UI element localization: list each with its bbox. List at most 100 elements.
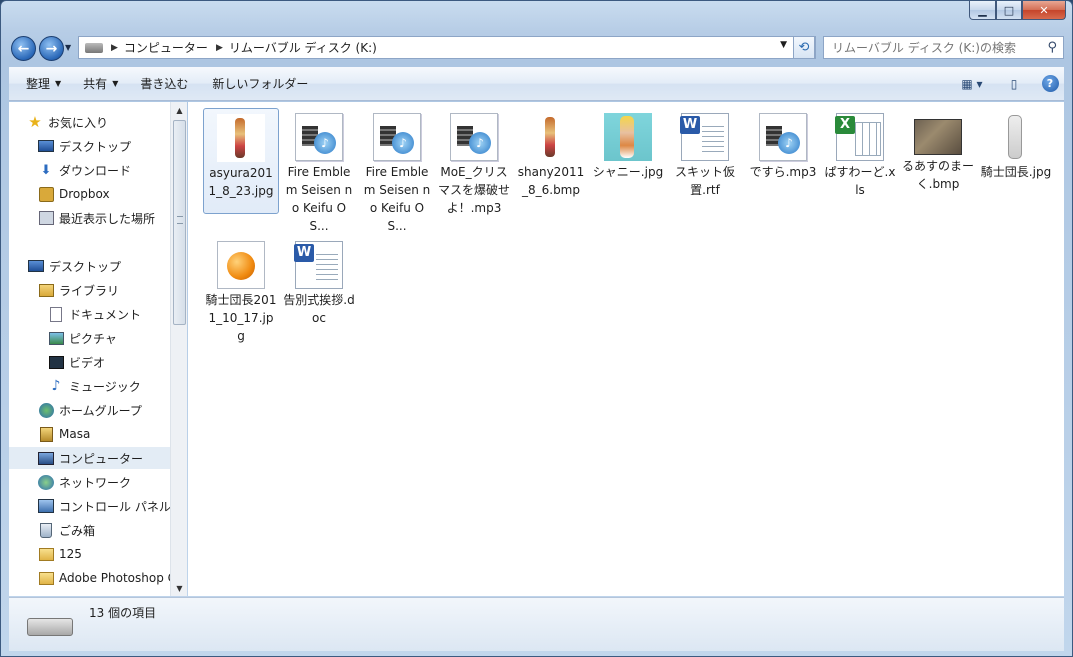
recent-pages-chevron-icon[interactable]: ▼ — [65, 43, 71, 52]
nav-fav-downloads[interactable]: ⬇ ダウンロード — [38, 159, 131, 181]
nav-photoshop[interactable]: Adobe Photoshop C — [38, 567, 170, 589]
file-item[interactable]: shany2011_8_6.bmp — [513, 108, 589, 199]
nav-label: ネットワーク — [59, 475, 132, 490]
forward-button[interactable]: → — [39, 36, 64, 61]
nav-user[interactable]: Masa — [38, 423, 90, 445]
media-file-icon: ♪ — [373, 113, 421, 161]
nav-lib-music[interactable]: ♪ ミュージック — [48, 375, 141, 397]
file-item[interactable]: シャニー.jpg — [590, 108, 666, 181]
address-bar[interactable]: ▶ コンピューター ▶ リムーバブル ディスク (K:) ▼ — [78, 36, 816, 59]
nav-lib-videos[interactable]: ビデオ — [48, 351, 105, 373]
dropdown-arrow-icon: ▼ — [55, 79, 62, 88]
image-thumbnail-icon — [604, 113, 652, 161]
breadcrumb-chevron-icon[interactable]: ▶ — [111, 43, 118, 53]
video-icon — [48, 355, 64, 369]
file-name: スキット仮置.rtf — [674, 165, 735, 197]
nav-computer[interactable]: コンピューター — [9, 447, 170, 469]
share-menu[interactable]: 共有 ▼ — [74, 67, 127, 100]
file-name: Fire Emblem Seisen no Keifu OS... — [285, 165, 353, 233]
file-item[interactable]: ♪ Fire Emblem Seisen no Keifu OS... — [359, 108, 435, 235]
nav-label: ごみ箱 — [59, 523, 96, 538]
nav-label: 最近表示した場所 — [59, 211, 156, 226]
nav-desktop[interactable]: デスクトップ — [28, 255, 121, 277]
breadcrumb-removable-disk[interactable]: リムーバブル ディスク (K:) — [229, 39, 377, 56]
image-thumbnail-icon — [914, 119, 962, 155]
file-item[interactable]: ♪ ですら.mp3 — [745, 108, 821, 181]
nav-label: ドキュメント — [69, 307, 142, 322]
share-label: 共有 — [83, 77, 108, 91]
address-dropdown-icon[interactable]: ▼ — [780, 40, 787, 50]
close-button[interactable]: ✕ — [1022, 1, 1066, 20]
nav-fav-recent[interactable]: 最近表示した場所 — [38, 207, 155, 229]
caption-buttons: ▁ □ ✕ — [969, 1, 1066, 20]
dropbox-icon — [38, 186, 54, 202]
refresh-button[interactable]: ⟲ — [793, 36, 815, 59]
word-document-icon: W — [294, 241, 343, 289]
help-button[interactable]: ? — [1036, 73, 1064, 95]
new-folder-label: 新しいフォルダー — [212, 77, 309, 91]
nav-label: ライブラリ — [59, 283, 120, 298]
recycle-bin-icon — [40, 522, 52, 538]
drive-icon — [85, 42, 103, 53]
file-item[interactable]: W 告別式挨拶.doc — [281, 236, 357, 327]
search-icon[interactable]: ⚲ — [1047, 40, 1057, 55]
nav-label: デスクトップ — [49, 259, 122, 274]
nav-fav-desktop[interactable]: デスクトップ — [38, 135, 131, 157]
network-icon — [38, 474, 54, 490]
breadcrumb-chevron-icon[interactable]: ▶ — [216, 43, 223, 53]
minimize-button[interactable]: ▁ — [969, 1, 996, 20]
nav-folder-125[interactable]: 125 — [38, 543, 82, 565]
folder-icon — [38, 547, 54, 561]
command-bar: 整理 ▼ 共有 ▼ 書き込む 新しいフォルダー ▦ ▾ ▯ ? — [9, 67, 1064, 101]
nav-label: Masa — [59, 427, 91, 441]
nav-trash[interactable]: ごみ箱 — [38, 519, 95, 541]
nav-fav-dropbox[interactable]: Dropbox — [38, 183, 110, 205]
search-box[interactable]: ⚲ — [823, 36, 1064, 59]
file-name: ぱすわーど.xls — [824, 165, 896, 197]
burn-button[interactable]: 書き込む — [131, 67, 197, 100]
nav-label: Adobe Photoshop C — [59, 571, 170, 585]
scroll-up-arrow-icon[interactable]: ▲ — [171, 102, 188, 118]
computer-icon — [38, 451, 54, 465]
file-item[interactable]: asyura2011_8_23.jpg — [203, 108, 279, 214]
nav-homegroup[interactable]: ホームグループ — [38, 399, 142, 421]
organize-menu[interactable]: 整理 ▼ — [17, 67, 70, 100]
nav-label: 125 — [59, 547, 82, 561]
nav-network[interactable]: ネットワーク — [38, 471, 131, 493]
back-button[interactable]: ← — [11, 36, 36, 61]
file-name: るあすのまーく.bmp — [902, 159, 975, 191]
help-icon: ? — [1041, 75, 1059, 92]
music-note-icon: ♪ — [51, 378, 61, 394]
file-name: MoE_クリスマスを爆破せよ！.mp3 — [438, 165, 511, 215]
file-name: asyura2011_8_23.jpg — [208, 166, 274, 198]
file-item[interactable]: W スキット仮置.rtf — [667, 108, 743, 199]
scroll-thumb[interactable] — [173, 120, 186, 325]
file-item[interactable]: 騎士団長.jpg — [978, 108, 1054, 181]
file-item[interactable]: 騎士団長2011_10_17.jpg — [203, 236, 279, 345]
nav-lib-pictures[interactable]: ピクチャ — [48, 327, 117, 349]
nav-libraries[interactable]: ライブラリ — [38, 279, 119, 301]
nav-label: コントロール パネル — [59, 499, 170, 514]
nav-label: ホームグループ — [59, 403, 142, 418]
organize-label: 整理 — [26, 77, 51, 91]
maximize-button[interactable]: □ — [996, 1, 1022, 20]
search-input[interactable] — [832, 40, 1042, 55]
new-folder-button[interactable]: 新しいフォルダー — [203, 67, 317, 100]
file-item[interactable]: X ぱすわーど.xls — [822, 108, 898, 199]
nav-scrollbar[interactable]: ▲ ▼ — [170, 102, 187, 596]
file-item[interactable]: るあすのまーく.bmp — [900, 108, 976, 193]
nav-label: コンピューター — [59, 451, 144, 466]
nav-control-panel[interactable]: コントロール パネル — [38, 495, 170, 517]
nav-favorites[interactable]: ★ お気に入り — [27, 111, 108, 133]
nav-lib-documents[interactable]: ドキュメント — [48, 303, 141, 325]
breadcrumb-computer[interactable]: コンピューター — [124, 39, 208, 56]
folder-icon — [38, 571, 54, 585]
star-icon: ★ — [28, 113, 42, 131]
homegroup-icon — [38, 402, 54, 418]
change-view-icon[interactable]: ▦ ▾ — [958, 73, 986, 95]
file-item[interactable]: ♪ MoE_クリスマスを爆破せよ！.mp3 — [436, 108, 512, 217]
file-item[interactable]: ♪ Fire Emblem Seisen no Keifu OS... — [281, 108, 357, 235]
preview-pane-icon[interactable]: ▯ — [1000, 73, 1028, 95]
document-icon — [50, 306, 62, 322]
scroll-down-arrow-icon[interactable]: ▼ — [171, 580, 188, 596]
